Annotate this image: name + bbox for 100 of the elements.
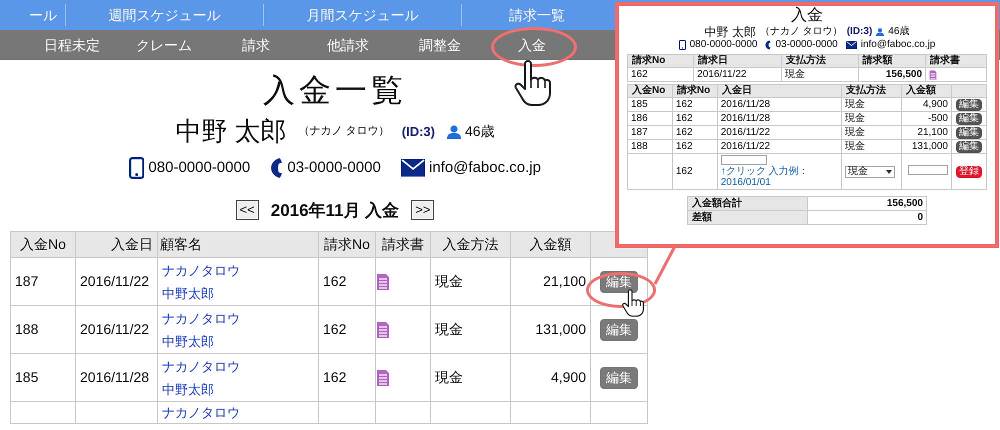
table-cell: 185 (10, 354, 76, 402)
column-header: 請求額 (858, 54, 926, 68)
column-header: 入金額 (510, 232, 590, 258)
column-header: 支払方法 (841, 84, 902, 98)
table-cell: 2016/11/22 (717, 140, 842, 154)
table-cell: 131,000 (510, 306, 590, 354)
pointing-hand-icon (620, 289, 644, 317)
column-header: 顧客名 (158, 232, 318, 258)
table-cell: 162 (672, 112, 718, 126)
summary-value: 0 (807, 210, 926, 224)
phone-number: 03-0000-0000 (287, 158, 381, 178)
page-title: 入金一覧 (263, 71, 407, 110)
sub-nav-tab[interactable]: 請求 (242, 30, 270, 60)
table-cell: 2016/11/28 (717, 112, 842, 126)
table-cell: -500 (902, 112, 952, 126)
table-cell: 188 (10, 306, 76, 354)
customer-name-link[interactable]: 中野太郎 (162, 286, 214, 300)
column-header: 請求No (672, 84, 718, 98)
table-cell: 現金 (430, 306, 510, 354)
edit-button[interactable]: 編集 (600, 366, 638, 388)
phone-number: 03-0000-0000 (775, 40, 838, 50)
date-input-field[interactable] (720, 155, 767, 165)
table-cell: 187 (10, 258, 76, 306)
email-address: info@faboc.co.jp (860, 40, 936, 50)
table-cell: 162 (318, 258, 376, 306)
column-header: 入金額 (902, 84, 952, 98)
sub-nav-tab[interactable]: 他請求 (327, 30, 369, 60)
document-icon[interactable] (376, 272, 390, 290)
table-cell: 2016/11/22 (694, 68, 782, 82)
table-cell: 185 (628, 98, 672, 112)
customer-id: (ID:3) (846, 27, 872, 37)
column-header: 支払方法 (782, 54, 858, 68)
month-heading: 2016年11月 入金 (270, 200, 400, 222)
document-icon[interactable] (929, 70, 938, 80)
document-icon[interactable] (376, 320, 390, 338)
table-cell: 21,100 (510, 258, 590, 306)
sub-nav-tab[interactable]: 調整金 (419, 30, 461, 60)
column-header: 入金日 (76, 232, 158, 258)
customer-kana-link[interactable]: ナカノタロウ (162, 262, 240, 278)
date-hint: ↑クリック 入力例：2016/01/01 (720, 166, 810, 188)
customer-age: 46歳 (464, 122, 495, 141)
table-cell: 2016/11/22 (717, 126, 842, 140)
column-header: 入金日 (717, 84, 842, 98)
caret-icon (886, 170, 892, 174)
table-cell: 現金 (841, 98, 902, 112)
table-cell: 187 (628, 126, 672, 140)
mail-icon (400, 159, 425, 178)
customer-name-link[interactable]: 中野太郎 (162, 382, 214, 396)
customer-name-link[interactable]: 中野太郎 (162, 334, 214, 348)
detail-title: 入金 (790, 8, 824, 24)
column-header: 入金No (628, 84, 672, 98)
column-header: 入金No (10, 232, 76, 258)
edit-button[interactable]: 編集 (956, 98, 982, 110)
table-cell: 4,900 (902, 98, 952, 112)
customer-age: 46歳 (888, 27, 910, 37)
edit-button[interactable]: 編集 (956, 126, 982, 138)
email-address: info@faboc.co.jp (428, 158, 541, 178)
person-icon (446, 124, 461, 138)
table-cell: 156,500 (858, 68, 926, 82)
edit-button[interactable]: 編集 (600, 318, 638, 340)
table-cell: 2016/11/28 (76, 354, 158, 402)
customer-id: (ID:3) (402, 122, 435, 141)
table-cell: 162 (672, 98, 718, 112)
table-cell: 2016/11/22 (76, 306, 158, 354)
table-cell: 21,100 (902, 126, 952, 140)
table-cell: 186 (628, 112, 672, 126)
mobile-phone-icon (678, 40, 686, 50)
amount-input-field[interactable] (908, 165, 948, 175)
summary-label: 入金額合計 (688, 196, 807, 210)
edit-button[interactable]: 編集 (956, 112, 982, 124)
customer-name: 中野 太郎 (704, 26, 756, 38)
table-cell: 162 (628, 68, 694, 82)
customer-kana-link[interactable]: ナカノタロウ (162, 310, 240, 326)
table-cell: 現金 (430, 354, 510, 402)
summary-label: 差額 (688, 210, 807, 224)
table-cell: 現金 (430, 258, 510, 306)
table-cell: 131,000 (902, 140, 952, 154)
customer-name: 中野 太郎 (175, 115, 287, 148)
customer-kana-link[interactable]: ナカノタロウ (162, 358, 240, 374)
table-cell: 162 (672, 126, 718, 140)
mobile-number: 080-0000-0000 (148, 158, 250, 178)
edit-button[interactable]: 編集 (956, 140, 982, 152)
previous-month-button[interactable]: << (236, 200, 259, 220)
next-month-button[interactable]: >> (411, 200, 434, 220)
table-cell: 162 (672, 154, 718, 190)
sub-nav-tab[interactable]: 入金 (518, 30, 546, 60)
sub-nav-tab[interactable]: 日程未定 (44, 30, 100, 60)
mobile-number: 080-0000-0000 (690, 40, 758, 50)
table-cell: 188 (628, 140, 672, 154)
sub-nav-tab[interactable]: クレーム (136, 30, 192, 60)
table-cell: 現金 (841, 112, 902, 126)
register-button[interactable]: 登録 (956, 166, 982, 178)
table-cell: 162 (672, 140, 718, 154)
customer-kana: （ナカノ タロウ） (298, 124, 390, 140)
table-cell: 2016/11/22 (76, 258, 158, 306)
mail-icon (846, 41, 857, 49)
person-icon (876, 28, 884, 36)
payment-method-select[interactable]: 現金 (844, 166, 895, 178)
document-icon[interactable] (376, 368, 390, 386)
column-header: 入金方法 (430, 232, 510, 258)
